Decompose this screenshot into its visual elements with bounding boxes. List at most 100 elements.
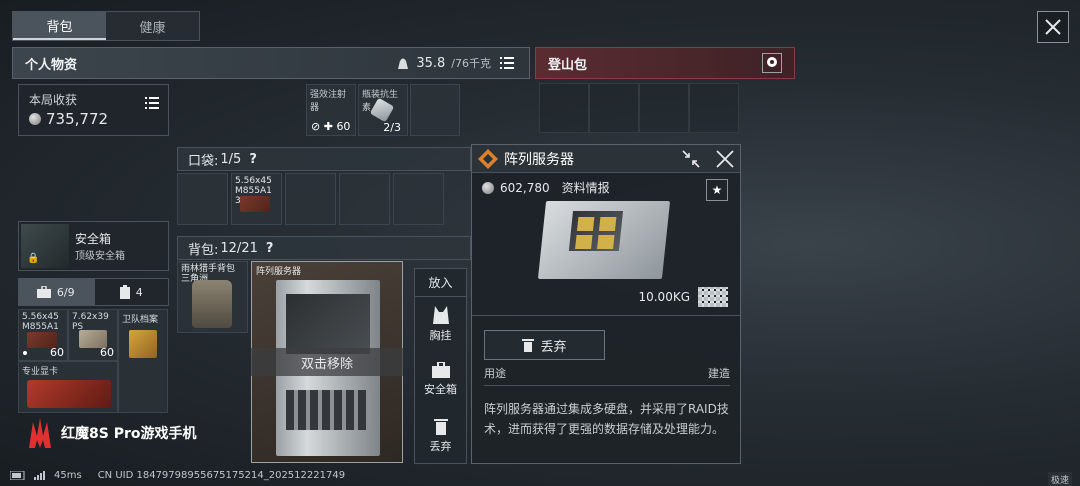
backpack-count: 12/21 bbox=[220, 240, 258, 256]
session-loot-card: 本局收获 735,772 bbox=[18, 84, 169, 136]
ping-value: 45ms bbox=[54, 470, 82, 481]
popup-price-row: 602,780 资料情报 bbox=[482, 179, 610, 196]
help-icon[interactable]: ? bbox=[249, 152, 257, 167]
item-detail-popup: 阵列服务器 602,780 资料情报 ★ 10.00KG 丢弃 用途 建造 阵列… bbox=[471, 144, 741, 464]
item-qty-row: ⊘ ✚ 60 bbox=[311, 120, 351, 133]
safe-box-card[interactable]: 🔒 安全箱 顶级安全箱 bbox=[18, 221, 169, 271]
loot-list-button[interactable] bbox=[142, 93, 162, 113]
chest-rig-icon bbox=[432, 306, 449, 325]
discard-action-button[interactable]: 丢弃 bbox=[415, 408, 466, 463]
card-slot-tab[interactable]: 4 bbox=[93, 278, 169, 306]
item-ammo-556[interactable]: 5.56x45 M855A1 60 bbox=[18, 309, 68, 361]
empty-slot[interactable] bbox=[339, 173, 390, 225]
mountain-bag-grid bbox=[539, 83, 739, 143]
discard-button[interactable]: 丢弃 bbox=[484, 330, 605, 360]
item-name: 强效注射器 bbox=[310, 90, 347, 113]
item-rainforest-backpack[interactable]: 雨林猎手背包 三角洲 bbox=[177, 261, 248, 333]
top-item-row: 强效注射器 ⊘ ✚ 60 瓶装抗生素 2/3 bbox=[306, 84, 464, 136]
mountain-bag-title: 登山包 bbox=[548, 57, 588, 73]
top-tabs: 背包 健康 bbox=[12, 11, 200, 41]
item-category: 资料情报 bbox=[561, 181, 610, 195]
pocket-header: 口袋: 1/5 ? bbox=[177, 147, 471, 171]
status-bar: 45ms CN UID 18479798955675175214_2025122… bbox=[10, 470, 345, 481]
weight-display: 35.8/76千克 bbox=[396, 53, 517, 73]
location-button[interactable] bbox=[762, 53, 782, 73]
empty-slot[interactable] bbox=[689, 83, 739, 133]
item-ammo-762[interactable]: 7.62x39 PS 60 bbox=[68, 309, 118, 361]
item-antibiotics[interactable]: 瓶装抗生素 2/3 bbox=[358, 84, 408, 136]
close-button[interactable] bbox=[1037, 11, 1069, 43]
pocket-label: 口袋: bbox=[188, 153, 219, 169]
favorite-star-icon[interactable]: ★ bbox=[706, 179, 728, 201]
safe-box-tier: 顶级安全箱 bbox=[75, 251, 125, 262]
panel-title: 个人物资 bbox=[25, 57, 78, 73]
list-button[interactable] bbox=[497, 53, 517, 73]
empty-slot[interactable] bbox=[285, 173, 336, 225]
list-icon bbox=[500, 57, 514, 69]
item-name: 专业显卡 bbox=[22, 367, 59, 377]
item-name: 5.56x45 M855A1 bbox=[235, 176, 272, 196]
collapse-icon[interactable] bbox=[682, 149, 700, 168]
weight-icon bbox=[398, 58, 409, 69]
weight-max: /76千克 bbox=[451, 57, 491, 70]
bottle-icon bbox=[369, 97, 395, 123]
safe-box-name: 安全箱 bbox=[75, 232, 112, 246]
action-label: 胸挂 bbox=[429, 329, 452, 343]
device-watermark: 红魔8S Pro游戏手机 bbox=[27, 418, 196, 448]
safe-box-text: 安全箱 顶级安全箱 bbox=[75, 230, 125, 262]
item-ammo-556[interactable]: 5.56x45 M855A1 30 bbox=[231, 173, 282, 225]
lock-icon: 🔒 bbox=[27, 253, 40, 264]
safe-box-capacity-tab[interactable]: 6/9 bbox=[18, 278, 94, 306]
safe-box-tabs: 6/9 4 bbox=[18, 278, 169, 306]
loot-value: 735,772 bbox=[46, 110, 109, 128]
tab-backpack[interactable]: 背包 bbox=[13, 12, 106, 40]
empty-slot[interactable] bbox=[539, 83, 589, 133]
empty-slot[interactable] bbox=[589, 83, 639, 133]
safe-box-image: 🔒 bbox=[21, 224, 69, 268]
weight-current: 35.8 bbox=[416, 55, 446, 71]
tab-health[interactable]: 健康 bbox=[106, 12, 199, 40]
put-into-menu: 放入 胸挂 安全箱 丢弃 bbox=[414, 268, 467, 464]
popup-controls bbox=[682, 149, 734, 168]
action-label: 安全箱 bbox=[424, 383, 457, 397]
card-slot-value: 4 bbox=[135, 285, 143, 299]
item-guard-file[interactable]: 卫队档案 bbox=[118, 309, 168, 413]
trash-icon bbox=[433, 418, 448, 435]
item-category-icon bbox=[478, 148, 498, 169]
build-label: 建造 bbox=[708, 367, 730, 380]
watermark-text: 红魔8S Pro游戏手机 bbox=[61, 426, 197, 442]
item-stim-injector[interactable]: 强效注射器 ⊘ ✚ 60 bbox=[306, 84, 356, 136]
usage-row: 用途 建造 bbox=[484, 365, 730, 386]
item-name: 阵列服务器 bbox=[256, 267, 302, 277]
help-icon[interactable]: ? bbox=[266, 241, 274, 256]
briefcase-icon bbox=[36, 286, 51, 298]
empty-slot[interactable] bbox=[410, 84, 460, 136]
item-name: 7.62x39 PS bbox=[72, 312, 109, 332]
uid-text: CN UID 18479798955675175214_202512221749 bbox=[97, 470, 346, 481]
gpu-icon bbox=[27, 380, 111, 408]
file-icon bbox=[129, 330, 157, 358]
card-case-icon bbox=[119, 285, 130, 299]
item-pro-gpu[interactable]: 专业显卡 bbox=[18, 361, 118, 413]
backpack-header: 背包: 12/21 ? bbox=[177, 236, 471, 260]
marker-dot bbox=[23, 351, 27, 355]
item-price: 602,780 bbox=[500, 180, 550, 195]
action-label: 丢弃 bbox=[429, 439, 452, 453]
capacity-value: 6/9 bbox=[56, 285, 75, 299]
popup-header: 阵列服务器 bbox=[472, 145, 740, 173]
coin-icon bbox=[482, 181, 494, 194]
popup-title: 阵列服务器 bbox=[504, 151, 574, 168]
pocket-grid: 5.56x45 M855A1 30 bbox=[177, 173, 447, 225]
item-qty: 2/3 bbox=[383, 121, 401, 134]
close-icon[interactable] bbox=[716, 149, 734, 168]
empty-slot[interactable] bbox=[639, 83, 689, 133]
put-safe-box-button[interactable]: 安全箱 bbox=[415, 352, 466, 407]
empty-slot[interactable] bbox=[177, 173, 228, 225]
item-name: 5.56x45 M855A1 bbox=[22, 312, 59, 332]
server-image bbox=[537, 201, 671, 279]
mountain-bag-header: 登山包 bbox=[535, 47, 795, 79]
empty-slot[interactable] bbox=[393, 173, 444, 225]
double-click-remove-hint: 双击移除 bbox=[251, 348, 403, 376]
popup-weight-row: 10.00KG bbox=[638, 287, 728, 307]
put-chest-rig-button[interactable]: 胸挂 bbox=[415, 297, 466, 352]
